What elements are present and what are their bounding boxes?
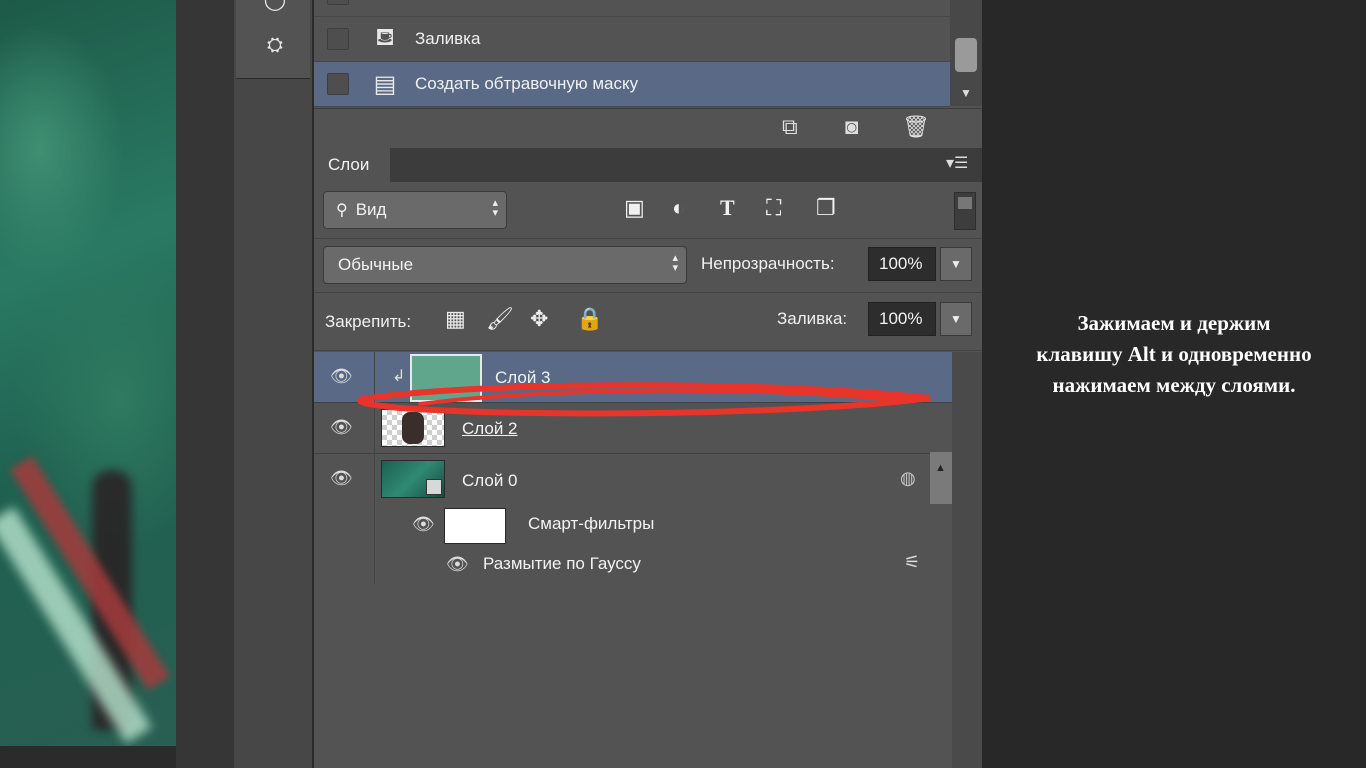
history-row-fill[interactable]: ⛾ Заливка [314,17,950,62]
shape-filter-icon[interactable]: ⛶ [766,195,781,221]
divider [314,350,982,351]
layer-thumbnail [381,409,445,447]
smart-object-badge-icon [426,479,442,495]
history-row-partial[interactable] [314,0,950,17]
thumbnail-figure [402,412,424,444]
scroll-thumb[interactable] [955,38,977,72]
eye-icon[interactable]: 👁 [330,468,356,488]
type-filter-icon[interactable]: T [720,195,735,221]
layer-filter-label: Вид [355,200,387,219]
eye-icon[interactable]: 👁 [412,514,438,534]
caption-line: нажимаем между слоями. [1052,373,1296,397]
lock-label: Закрепить: [325,312,412,331]
layer-row-3[interactable]: 👁 ↲ Слой 3 [314,352,952,403]
lock-move-icon[interactable]: ✥ [530,306,548,332]
lock-brush-icon[interactable]: 🖌 [486,306,514,332]
paint-bucket-icon: ⛾ [375,24,395,51]
layers-scroll-track [952,352,982,768]
history-snapshot-checkbox[interactable] [327,28,349,50]
instruction-caption: Зажимаем и держим клавишу Alt и одноврем… [1000,308,1348,401]
scroll-down-arrow-icon[interactable]: ▼ [960,86,972,100]
smart-object-filter-icon[interactable]: ❐ [816,195,836,221]
layer-name[interactable]: Слой 3 [495,368,551,388]
layers-scrollbar[interactable]: ▲ [930,452,952,504]
history-snapshot-checkbox[interactable] [327,0,349,5]
divider [314,292,982,293]
panel-menu-icon[interactable]: ▾☰ [946,153,968,173]
opacity-input[interactable]: 100% [868,247,936,281]
blend-mode-dropdown[interactable]: Обычные ▴ ▾ [323,246,687,284]
circle-panel-icon[interactable]: ◯ [258,0,292,16]
filter-toggle-switch[interactable] [954,192,976,230]
layer-name[interactable]: Слой 2 [462,419,518,439]
history-item-label: Создать обтравочную маску [415,74,639,93]
document-icon: ▤ [373,70,397,98]
search-icon: ⚲ [336,202,348,219]
adjustment-filter-icon[interactable]: ◐ [672,195,685,221]
layer-row-0[interactable]: 👁 Слой 0 ◍ 👁 Смарт-фильтры 👁 Размытие по… [314,454,952,584]
layer-thumbnail [410,354,482,402]
layer-name[interactable]: Слой 0 [462,471,518,491]
dropdown-arrows-icon: ▴ ▾ [672,252,678,274]
scroll-up-arrow-icon[interactable]: ▲ [935,462,946,474]
layer-row-2[interactable]: 👁 Слой 2 [314,403,952,454]
blend-mode-value: Обычные [338,255,414,274]
layer-filter-dropdown[interactable]: ⚲ Вид ▴ ▾ [323,191,507,229]
image-canvas[interactable] [0,0,176,746]
caption-line: клавишу Alt и одновременно [1036,342,1312,366]
gaussian-blur-label[interactable]: Размытие по Гауссу [483,554,641,574]
clipping-arrow-icon: ↲ [392,368,406,385]
layers-empty-area [314,584,952,768]
eye-column-divider [374,352,375,584]
image-filter-icon[interactable]: ▣ [624,195,645,221]
eye-icon[interactable]: 👁 [330,417,356,437]
smart-filter-mask-thumbnail[interactable] [444,508,506,544]
history-item-label: Заливка [415,29,481,48]
filter-blending-options-icon[interactable]: ⚟ [904,552,920,573]
caption-line: Зажимаем и держим [1077,311,1271,335]
dropdown-arrows-icon: ▴ ▾ [492,197,498,219]
3d-panel-icon[interactable]: ⛭ [258,28,292,62]
panel-icon-strip [234,0,313,768]
layers-tab-bar [314,148,982,182]
eye-icon[interactable]: 👁 [446,554,472,574]
camera-icon[interactable]: ◙ [845,114,858,140]
tab-layers[interactable]: Слои [314,148,390,182]
canvas-gutter [176,0,234,768]
history-scrollbar[interactable]: ▼ [950,0,982,106]
smart-filters-label: Смарт-фильтры [528,514,655,533]
eye-icon[interactable]: 👁 [330,366,356,386]
layer-thumbnail [381,460,445,498]
new-document-from-state-icon[interactable]: ⧉ [782,114,798,140]
lock-all-icon[interactable]: 🔒 [576,306,603,332]
history-row-clipping-mask[interactable]: ▤ Создать обтравочную маску [314,62,950,107]
lock-transparent-icon[interactable]: ▦ [445,306,466,332]
history-footer [314,108,982,147]
trash-icon[interactable]: 🗑 [902,114,930,140]
opacity-label: Непрозрачность: [701,254,835,273]
fill-input[interactable]: 100% [868,302,936,336]
divider [314,238,982,239]
fill-dropdown-arrow-icon[interactable]: ▼ [940,302,972,336]
fill-label: Заливка: [777,309,848,328]
toggle-knob [958,197,972,209]
history-snapshot-checkbox[interactable] [327,73,349,95]
opacity-dropdown-arrow-icon[interactable]: ▼ [940,247,972,281]
smart-filter-indicator-icon[interactable]: ◍ [900,468,916,489]
